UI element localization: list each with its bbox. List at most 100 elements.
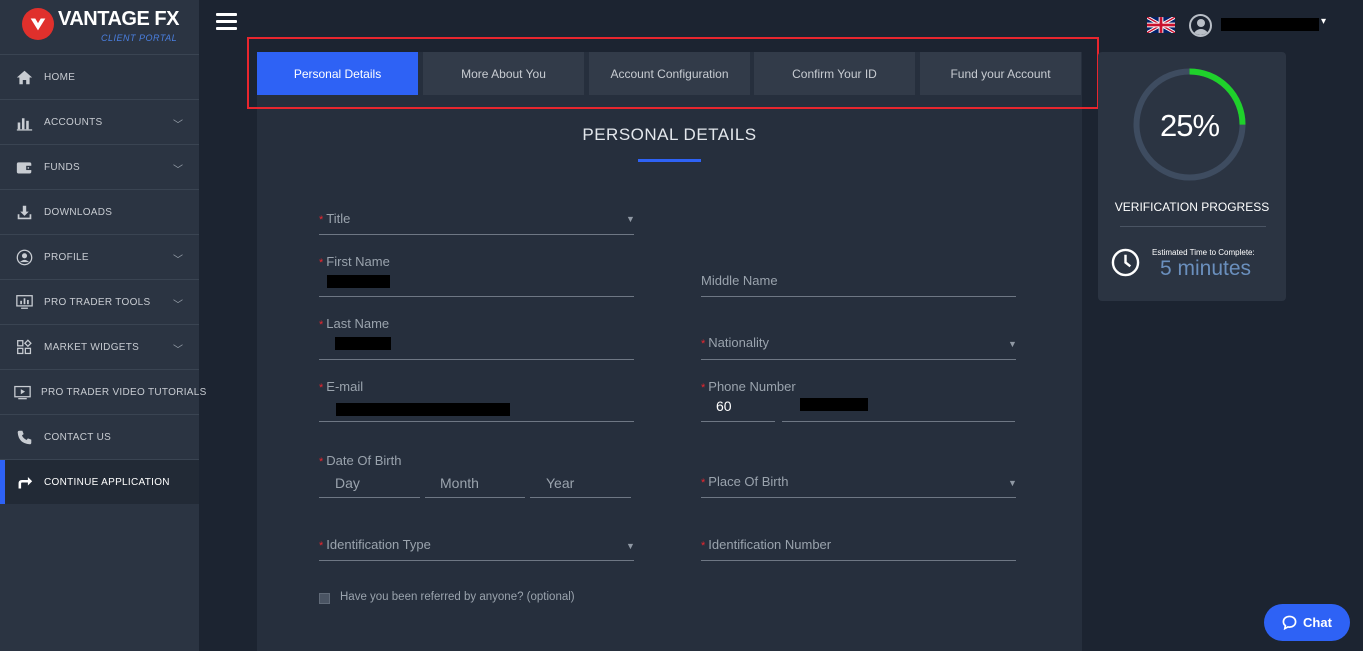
sidebar-item-label: PRO TRADER VIDEO TUTORIALS bbox=[41, 386, 207, 398]
chat-bubble-icon bbox=[1282, 615, 1297, 630]
place-of-birth-label: * Place Of Birth bbox=[701, 474, 788, 489]
sidebar-item-pro-trader-video-tutorials[interactable]: PRO TRADER VIDEO TUTORIALS bbox=[0, 369, 206, 414]
title-label: * Title bbox=[319, 211, 350, 226]
video-icon bbox=[14, 382, 31, 402]
dob-day-placeholder: Day bbox=[335, 475, 360, 491]
email-label: * E-mail bbox=[319, 379, 363, 394]
brand-name: VANTAGE FX bbox=[58, 8, 179, 30]
required-mark: * bbox=[319, 319, 324, 331]
field-label: Identification Number bbox=[708, 537, 832, 552]
brand-subtitle: CLIENT PORTAL bbox=[101, 33, 178, 43]
field-label: E-mail bbox=[326, 379, 364, 394]
chevron-down-icon: ▼ bbox=[626, 541, 635, 551]
field-label: Phone Number bbox=[708, 379, 796, 394]
user-circle-icon bbox=[14, 247, 34, 267]
sidebar-item-home[interactable]: HOME bbox=[0, 54, 199, 99]
field-label: Last Name bbox=[326, 316, 390, 331]
download-icon bbox=[14, 202, 34, 222]
chevron-down-icon: ﹀ bbox=[173, 165, 183, 176]
title-select[interactable] bbox=[319, 203, 634, 235]
bar-chart-icon bbox=[14, 112, 34, 132]
sidebar-item-funds[interactable]: FUNDS ﹀ bbox=[0, 144, 199, 189]
field-label: Nationality bbox=[708, 335, 769, 350]
sidebar-item-continue-application[interactable]: CONTINUE APPLICATION bbox=[0, 459, 199, 504]
field-label: Title bbox=[326, 211, 351, 226]
widgets-icon bbox=[14, 337, 34, 357]
tab-more-about-you[interactable]: More About You bbox=[423, 52, 584, 95]
sidebar-item-downloads[interactable]: DOWNLOADS bbox=[0, 189, 199, 234]
phone-icon bbox=[14, 427, 34, 447]
field-label: Identification Type bbox=[326, 537, 431, 552]
user-avatar-icon[interactable] bbox=[1189, 14, 1212, 37]
required-mark: * bbox=[701, 477, 706, 489]
sidebar: VANTAGE FX CLIENT PORTAL HOME ACCOUNTS ﹀… bbox=[0, 0, 206, 651]
sidebar-item-contact-us[interactable]: CONTACT US bbox=[0, 414, 199, 459]
sidebar-item-pro-trader-tools[interactable]: PRO TRADER TOOLS ﹀ bbox=[0, 279, 199, 324]
verification-progress-card: 25% VERIFICATION PROGRESS Estimated Time… bbox=[1098, 52, 1286, 301]
dob-year-placeholder: Year bbox=[546, 475, 575, 491]
referral-checkbox-label: Have you been referred by anyone? (optio… bbox=[340, 591, 575, 603]
required-mark: * bbox=[701, 540, 706, 552]
required-mark: * bbox=[319, 257, 324, 269]
last-name-value-redacted bbox=[335, 337, 391, 350]
nationality-label: * Nationality bbox=[701, 335, 769, 350]
required-mark: * bbox=[701, 338, 706, 350]
clock-icon bbox=[1111, 248, 1140, 277]
tab-personal-details[interactable]: Personal Details bbox=[257, 52, 418, 95]
sidebar-item-accounts[interactable]: ACCOUNTS ﹀ bbox=[0, 99, 199, 144]
hamburger-icon[interactable] bbox=[216, 13, 237, 31]
chat-label: Chat bbox=[1303, 615, 1332, 630]
dob-month-placeholder: Month bbox=[440, 475, 479, 491]
identification-number-label: * Identification Number bbox=[701, 537, 831, 552]
uk-flag-icon[interactable] bbox=[1147, 17, 1175, 33]
estimated-time-label: Estimated Time to Complete: bbox=[1152, 248, 1255, 257]
last-name-label: * Last Name bbox=[319, 316, 389, 331]
sidebar-item-label: FUNDS bbox=[44, 161, 80, 173]
verification-progress-label: VERIFICATION PROGRESS bbox=[1114, 200, 1270, 214]
email-value-redacted bbox=[336, 403, 510, 416]
sidebar-item-label: PRO TRADER TOOLS bbox=[44, 296, 151, 308]
chevron-down-icon: ﹀ bbox=[173, 345, 183, 356]
field-label: Place Of Birth bbox=[708, 474, 789, 489]
title-underline bbox=[638, 159, 701, 162]
tab-account-configuration[interactable]: Account Configuration bbox=[589, 52, 750, 95]
section-title: PERSONAL DETAILS bbox=[582, 125, 757, 144]
user-menu-caret[interactable]: ▾ bbox=[1321, 16, 1326, 27]
chevron-down-icon: ▼ bbox=[1008, 478, 1017, 488]
required-mark: * bbox=[701, 382, 706, 394]
wallet-icon bbox=[14, 157, 34, 177]
v-logo-icon bbox=[22, 8, 54, 40]
phone-number-value-redacted bbox=[800, 398, 868, 411]
home-icon bbox=[14, 67, 34, 87]
field-label: Date Of Birth bbox=[326, 453, 402, 468]
required-mark: * bbox=[319, 456, 324, 468]
chevron-down-icon: ﹀ bbox=[173, 120, 183, 131]
sidebar-item-profile[interactable]: PROFILE ﹀ bbox=[0, 234, 199, 279]
chevron-down-icon: ﹀ bbox=[173, 255, 183, 266]
required-mark: * bbox=[319, 382, 324, 394]
required-mark: * bbox=[319, 214, 324, 226]
first-name-label: * First Name bbox=[319, 254, 390, 269]
sidebar-item-market-widgets[interactable]: MARKET WIDGETS ﹀ bbox=[0, 324, 199, 369]
redo-arrow-icon bbox=[14, 472, 34, 492]
middle-name-label: Middle Name bbox=[701, 273, 778, 288]
user-name-redacted[interactable] bbox=[1221, 18, 1319, 31]
chat-button[interactable]: Chat bbox=[1264, 604, 1350, 641]
chevron-down-icon: ﹀ bbox=[173, 300, 183, 311]
sidebar-item-label: CONTACT US bbox=[44, 431, 112, 443]
sidebar-item-label: HOME bbox=[44, 71, 76, 83]
tab-fund-your-account[interactable]: Fund your Account bbox=[920, 52, 1081, 95]
first-name-value-redacted bbox=[327, 275, 390, 288]
phone-country-code-field[interactable] bbox=[701, 395, 775, 422]
divider bbox=[1120, 226, 1266, 227]
required-mark: * bbox=[319, 540, 324, 552]
phone-country-code-value: 60 bbox=[716, 398, 732, 414]
referral-checkbox[interactable] bbox=[319, 593, 330, 604]
sidebar-item-label: PROFILE bbox=[44, 251, 89, 263]
phone-label: * Phone Number bbox=[701, 379, 796, 394]
brand-logo[interactable]: VANTAGE FX CLIENT PORTAL bbox=[0, 0, 199, 54]
tab-confirm-your-id[interactable]: Confirm Your ID bbox=[754, 52, 915, 95]
progress-percent: 25% bbox=[1159, 108, 1220, 143]
sidebar-item-label: CONTINUE APPLICATION bbox=[44, 476, 170, 488]
sidebar-item-label: ACCOUNTS bbox=[44, 116, 103, 128]
